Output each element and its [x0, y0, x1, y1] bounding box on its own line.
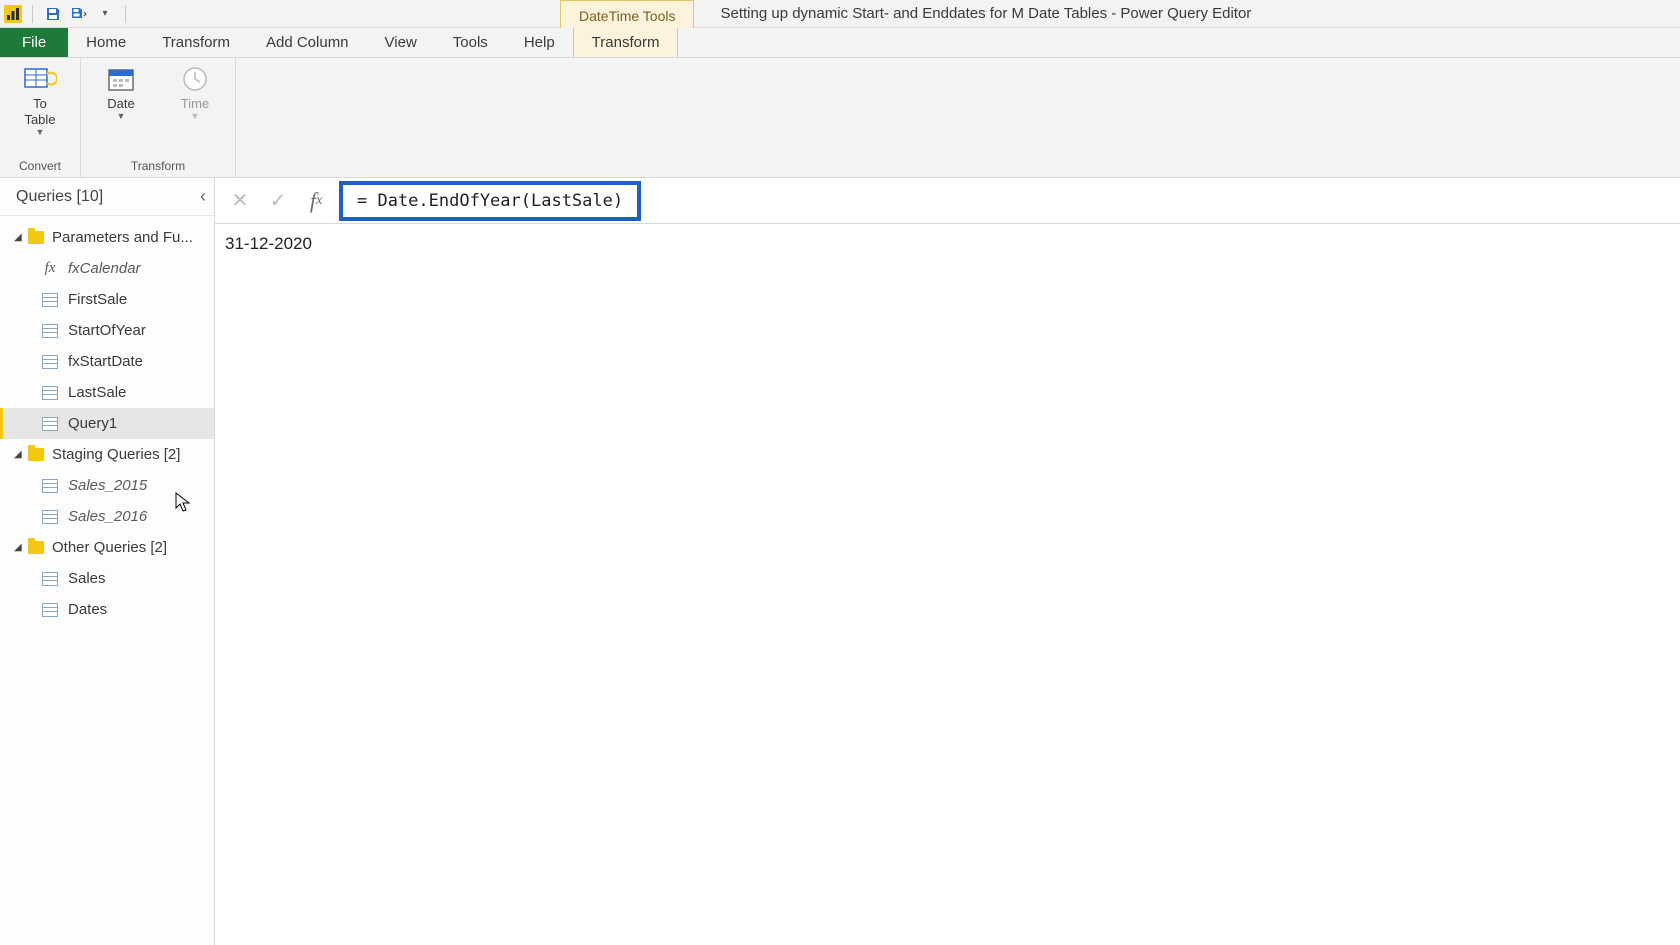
expand-toggle-icon[interactable]: ◢: [14, 542, 24, 553]
window-title: Setting up dynamic Start- and Enddates f…: [694, 5, 1251, 22]
calendar-icon: [102, 64, 140, 94]
query-sales-2015[interactable]: Sales_2015: [0, 470, 214, 501]
ribbon-group-convert: To Table ▼ Convert: [0, 58, 81, 177]
folder-icon: [28, 541, 44, 554]
queries-pane-header: Queries [10] ‹: [0, 178, 214, 216]
table-icon: [42, 324, 58, 338]
folder-staging-queries[interactable]: ◢ Staging Queries [2]: [0, 439, 214, 470]
query-label: Query1: [68, 415, 117, 432]
folder-label: Other Queries [2]: [52, 539, 167, 556]
queries-pane-title: Queries [10]: [16, 188, 103, 206]
collapse-pane-button[interactable]: ‹: [200, 186, 206, 207]
queries-tree: ◢ Parameters and Fu... fx fxCalendar Fir…: [0, 216, 214, 625]
query-label: LastSale: [68, 384, 126, 401]
save-icon[interactable]: [43, 4, 63, 24]
commit-formula-button[interactable]: ✓: [259, 182, 297, 220]
tab-add-column[interactable]: Add Column: [248, 28, 367, 57]
time-button[interactable]: Time ▼: [165, 64, 225, 120]
query-startofyear[interactable]: StartOfYear: [0, 315, 214, 346]
formula-bar: ✕ ✓ fx = Date.EndOfYear(LastSale): [215, 178, 1680, 224]
query-lastsale[interactable]: LastSale: [0, 377, 214, 408]
qat-separator-2: [125, 5, 126, 23]
ribbon-group-label-transform: Transform: [91, 157, 225, 173]
clock-icon: [176, 64, 214, 94]
tab-home[interactable]: Home: [68, 28, 144, 57]
save-dropdown-icon[interactable]: [69, 4, 89, 24]
table-icon: [42, 293, 58, 307]
ribbon-body: To Table ▼ Convert Date ▼ Time ▼ Tran: [0, 58, 1680, 178]
ribbon-tabs: File Home Transform Add Column View Tool…: [0, 28, 1680, 58]
query-label: fxStartDate: [68, 353, 143, 370]
tab-view[interactable]: View: [367, 28, 435, 57]
function-icon: fx: [42, 260, 58, 277]
expand-toggle-icon[interactable]: ◢: [14, 232, 24, 243]
query-label: StartOfYear: [68, 322, 146, 339]
chevron-down-icon: ▼: [117, 112, 126, 120]
quick-access-toolbar: ▾: [0, 4, 130, 24]
ribbon-group-label-convert: Convert: [10, 157, 70, 173]
to-table-icon: [21, 64, 59, 94]
query-label: fxCalendar: [68, 260, 141, 277]
query-label: FirstSale: [68, 291, 127, 308]
workspace: Queries [10] ‹ ◢ Parameters and Fu... fx…: [0, 178, 1680, 945]
query-query1[interactable]: Query1: [0, 408, 214, 439]
table-icon: [42, 417, 58, 431]
date-label: Date: [107, 96, 134, 112]
query-label: Sales: [68, 570, 106, 587]
query-sales[interactable]: Sales: [0, 563, 214, 594]
to-table-label: To Table: [24, 96, 55, 128]
titlebar: ▾ DateTime Tools Setting up dynamic Star…: [0, 0, 1680, 28]
query-label: Sales_2016: [68, 508, 147, 525]
query-dates[interactable]: Dates: [0, 594, 214, 625]
query-fxstartdate[interactable]: fxStartDate: [0, 346, 214, 377]
table-icon: [42, 386, 58, 400]
contextual-tool-tab: DateTime Tools: [560, 0, 694, 28]
table-icon: [42, 355, 58, 369]
query-label: Sales_2015: [68, 477, 147, 494]
tab-help[interactable]: Help: [506, 28, 573, 57]
chevron-down-icon: ▼: [191, 112, 200, 120]
query-firstsale[interactable]: FirstSale: [0, 284, 214, 315]
table-icon: [42, 572, 58, 586]
expand-toggle-icon[interactable]: ◢: [14, 449, 24, 460]
formula-result: 31-12-2020: [215, 224, 1680, 264]
folder-label: Staging Queries [2]: [52, 446, 180, 463]
query-fxcalendar[interactable]: fx fxCalendar: [0, 253, 214, 284]
folder-label: Parameters and Fu...: [52, 229, 193, 246]
folder-icon: [28, 231, 44, 244]
query-sales-2016[interactable]: Sales_2016: [0, 501, 214, 532]
date-button[interactable]: Date ▼: [91, 64, 151, 120]
tab-file[interactable]: File: [0, 28, 68, 57]
tab-datetime-transform[interactable]: Transform: [573, 28, 679, 57]
table-icon: [42, 479, 58, 493]
table-icon: [42, 603, 58, 617]
chevron-down-icon: ▼: [36, 128, 45, 136]
time-label: Time: [181, 96, 209, 112]
formula-input[interactable]: = Date.EndOfYear(LastSale): [339, 181, 641, 221]
tab-transform[interactable]: Transform: [144, 28, 248, 57]
table-icon: [42, 510, 58, 524]
qat-customize-caret[interactable]: ▾: [95, 4, 115, 24]
tab-tools[interactable]: Tools: [435, 28, 506, 57]
content-area: ✕ ✓ fx = Date.EndOfYear(LastSale) 31-12-…: [215, 178, 1680, 945]
folder-icon: [28, 448, 44, 461]
folder-parameters-and-functions[interactable]: ◢ Parameters and Fu...: [0, 222, 214, 253]
cancel-formula-button[interactable]: ✕: [221, 182, 259, 220]
qat-separator: [32, 5, 33, 23]
queries-pane: Queries [10] ‹ ◢ Parameters and Fu... fx…: [0, 178, 215, 945]
ribbon-group-transform: Date ▼ Time ▼ Transform: [81, 58, 236, 177]
folder-other-queries[interactable]: ◢ Other Queries [2]: [0, 532, 214, 563]
query-label: Dates: [68, 601, 107, 618]
titlebar-center: DateTime Tools Setting up dynamic Start-…: [160, 0, 1680, 28]
app-icon: [4, 5, 22, 23]
fx-button[interactable]: fx: [297, 182, 335, 220]
to-table-button[interactable]: To Table ▼: [10, 64, 70, 136]
